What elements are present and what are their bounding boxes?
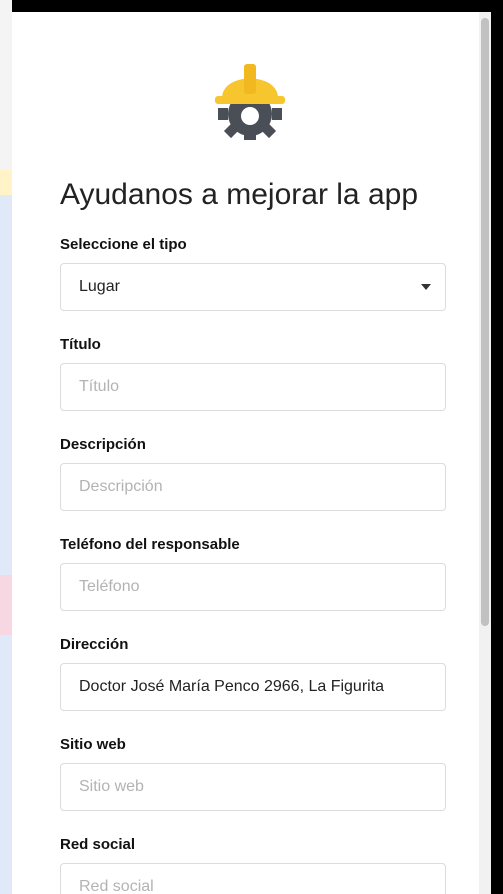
social-placeholder: Red social — [79, 878, 154, 894]
description-input[interactable]: Descripción — [60, 463, 446, 511]
address-value: Doctor José María Penco 2966, La Figurit… — [79, 678, 385, 695]
scrollbar-thumb[interactable] — [481, 18, 489, 626]
type-select-value: Lugar — [79, 278, 120, 295]
phone-input[interactable]: Teléfono — [60, 563, 446, 611]
website-input[interactable]: Sitio web — [60, 763, 446, 811]
title-label: Título — [60, 336, 101, 353]
page-title: Ayudanos a mejorar la app — [60, 178, 419, 211]
website-label: Sitio web — [60, 736, 126, 753]
address-label: Dirección — [60, 636, 129, 653]
title-placeholder: Título — [79, 378, 120, 395]
chevron-down-icon — [421, 284, 431, 290]
phone-placeholder: Teléfono — [79, 578, 140, 595]
scrollbar[interactable] — [479, 12, 491, 894]
address-input[interactable]: Doctor José María Penco 2966, La Figurit… — [60, 663, 446, 711]
social-input[interactable]: Red social — [60, 863, 446, 894]
type-select[interactable]: Lugar — [60, 263, 446, 311]
construction-helmet-gear-icon — [215, 64, 285, 140]
title-input[interactable]: Título — [60, 363, 446, 411]
phone-label: Teléfono del responsable — [60, 536, 240, 553]
social-label: Red social — [60, 836, 136, 853]
description-placeholder: Descripción — [79, 478, 163, 495]
description-label: Descripción — [60, 436, 146, 453]
feedback-modal: Ayudanos a mejorar la app Seleccione el … — [12, 12, 491, 894]
website-placeholder: Sitio web — [79, 778, 144, 795]
background-page — [0, 0, 12, 894]
type-label: Seleccione el tipo — [60, 236, 187, 253]
